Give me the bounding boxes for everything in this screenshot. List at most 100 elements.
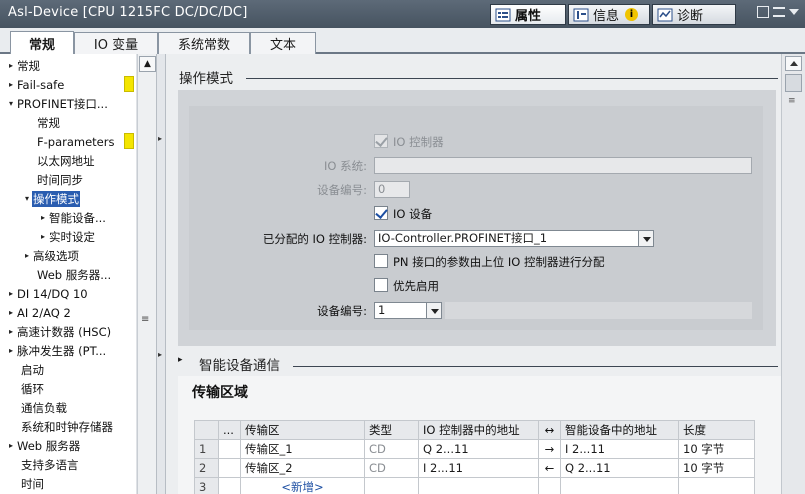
- expand-arrow-icon[interactable]: ▸: [38, 232, 48, 241]
- nav-label: 系统和时钟存储器: [21, 419, 113, 434]
- nav-item-comm-load[interactable]: 通信负载: [20, 398, 68, 417]
- nav-item-hsc[interactable]: ▸ 高速计数器 (HSC): [6, 322, 112, 341]
- menu-icon[interactable]: [773, 7, 785, 17]
- col-header-direction[interactable]: ↔: [538, 420, 561, 440]
- expand-arrow-icon[interactable]: ▸: [6, 80, 16, 89]
- expand-arrow-icon[interactable]: ▸: [6, 61, 16, 70]
- scroll-up-icon[interactable]: ▲: [139, 56, 156, 72]
- collapse-icon[interactable]: [789, 9, 799, 15]
- nav-item-web-server[interactable]: ▸ Web 服务器: [6, 436, 81, 455]
- cell-length[interactable]: [678, 477, 755, 494]
- direction-cell[interactable]: [538, 477, 561, 494]
- cell-device-address[interactable]: I 2...11: [560, 439, 679, 459]
- direction-arrow-icon[interactable]: →: [538, 439, 561, 459]
- nav-item-realtime[interactable]: ▸ 实时设定: [38, 227, 96, 246]
- expand-arrow-icon[interactable]: ▸: [22, 251, 32, 260]
- nav-scrollbar[interactable]: ▲ ≡: [137, 54, 156, 494]
- splitter-arrow-icon[interactable]: ▸: [158, 134, 162, 143]
- expand-arrow-icon[interactable]: ▸: [38, 213, 48, 222]
- col-header-device-address[interactable]: 智能设备中的地址: [560, 420, 679, 440]
- subtab-io-tags[interactable]: IO 变量: [74, 32, 158, 54]
- scroll-thumb[interactable]: [785, 74, 802, 92]
- cell-device-address[interactable]: [560, 477, 679, 494]
- nav-item-ethernet-address[interactable]: 以太网地址: [36, 151, 96, 170]
- tab-info[interactable]: 信息 i: [568, 4, 650, 25]
- col-header-type[interactable]: 类型: [364, 420, 419, 440]
- tab-diagnostics[interactable]: 诊断: [652, 4, 736, 25]
- row-handle[interactable]: [218, 458, 241, 478]
- nav-item-di-dq[interactable]: ▸ DI 14/DQ 10: [6, 284, 89, 303]
- expand-arrow-icon[interactable]: ▸: [6, 289, 16, 298]
- chevron-down-icon[interactable]: [426, 302, 442, 319]
- device-number-2-label: 设备编号:: [317, 304, 367, 318]
- chevron-down-icon[interactable]: [638, 230, 654, 247]
- cell-device-address[interactable]: Q 2...11: [560, 458, 679, 478]
- nav-item-time-sync[interactable]: 时间同步: [36, 170, 84, 189]
- nav-item-i-device[interactable]: ▸ 智能设备...: [38, 208, 107, 227]
- nav-label: 通信负载: [21, 400, 67, 415]
- nav-item-profinet[interactable]: ▾ PROFINET接口...: [6, 94, 109, 113]
- col-header-controller-address[interactable]: IO 控制器中的地址: [418, 420, 539, 440]
- scroll-grip-icon[interactable]: ≡: [141, 314, 149, 325]
- expand-arrow-icon[interactable]: ▸: [6, 346, 16, 355]
- subtab-general[interactable]: 常规: [10, 31, 74, 55]
- device-number-2-select[interactable]: 1: [374, 302, 442, 319]
- nav-item-web-server-pn[interactable]: Web 服务器...: [36, 265, 112, 284]
- scroll-grip-icon[interactable]: ≡: [788, 96, 796, 106]
- nav-item-ai-aq[interactable]: ▸ AI 2/AQ 2: [6, 303, 72, 322]
- nav-item-system-clock-memory[interactable]: 系统和时钟存储器: [20, 417, 114, 436]
- subtab-texts[interactable]: 文本: [250, 32, 316, 54]
- expand-arrow-icon[interactable]: ▸: [6, 327, 16, 336]
- nav-item-f-parameters[interactable]: F-parameters: [36, 132, 115, 151]
- nav-item-pulse-generator[interactable]: ▸ 脉冲发生器 (PT...: [6, 341, 107, 360]
- io-controller-checkbox[interactable]: [374, 134, 388, 148]
- cell-length[interactable]: 10 字节: [678, 439, 755, 459]
- table-row-new[interactable]: 3 <新增>: [194, 477, 755, 494]
- cell-transfer-area[interactable]: 传输区_2: [240, 458, 365, 478]
- expand-arrow-icon[interactable]: ▸: [6, 441, 16, 450]
- expand-arrow-icon[interactable]: ▸: [178, 355, 183, 365]
- table-row[interactable]: 1 传输区_1 CD Q 2...11 → I 2...11 10 字节: [194, 439, 755, 459]
- nav-item-pn-general[interactable]: 常规: [36, 113, 61, 132]
- restore-icon[interactable]: [757, 6, 769, 18]
- row-handle[interactable]: [218, 439, 241, 459]
- cell-controller-address[interactable]: [418, 477, 539, 494]
- nav-item-startup[interactable]: 启动: [20, 360, 45, 379]
- cell-type[interactable]: CD: [364, 458, 419, 478]
- main-scrollbar[interactable]: ≡: [781, 54, 805, 494]
- collapse-arrow-icon[interactable]: ▾: [6, 99, 16, 108]
- splitter-arrow-icon[interactable]: ▸: [158, 350, 162, 359]
- cell-type[interactable]: [364, 477, 419, 494]
- col-header-length[interactable]: 长度: [678, 420, 755, 440]
- properties-main: 操作模式 IO 控制器 IO 系统: 设备编号: 0 IO 设备 已分配的 IO…: [166, 54, 782, 494]
- priority-startup-checkbox[interactable]: [374, 278, 388, 292]
- expand-arrow-icon[interactable]: ▸: [6, 308, 16, 317]
- cell-controller-address[interactable]: I 2...11: [418, 458, 539, 478]
- nav-item-general[interactable]: ▸ 常规: [6, 56, 41, 75]
- direction-arrow-icon[interactable]: ←: [538, 458, 561, 478]
- splitter[interactable]: ▸ ▸: [156, 54, 166, 494]
- row-handle[interactable]: [218, 477, 241, 494]
- add-new-link[interactable]: <新增>: [240, 477, 365, 494]
- io-device-checkbox[interactable]: [374, 206, 388, 220]
- col-header-transfer-area[interactable]: 传输区: [240, 420, 365, 440]
- scroll-up-icon[interactable]: [785, 56, 802, 71]
- nav-item-fail-safe[interactable]: ▸ Fail-safe: [6, 75, 65, 94]
- nav-item-cycle[interactable]: 循环: [20, 379, 45, 398]
- nav-item-time[interactable]: 时间: [20, 474, 45, 493]
- nav-item-advanced-options[interactable]: ▸ 高级选项: [22, 246, 80, 265]
- subtab-io-tags-label: IO 变量: [93, 38, 139, 53]
- cell-transfer-area[interactable]: 传输区_1: [240, 439, 365, 459]
- nav-item-multilanguage[interactable]: 支持多语言: [20, 455, 80, 474]
- cell-type[interactable]: CD: [364, 439, 419, 459]
- cell-controller-address[interactable]: Q 2...11: [418, 439, 539, 459]
- table-row[interactable]: 2 传输区_2 CD I 2...11 ← Q 2...11 10 字节: [194, 458, 755, 478]
- nav-item-operating-mode[interactable]: ▾ 操作模式: [22, 189, 80, 208]
- tab-properties[interactable]: 属性: [490, 4, 566, 25]
- col-header-dots[interactable]: ...: [218, 420, 241, 440]
- subtab-system-constants[interactable]: 系统常数: [158, 32, 250, 54]
- assigned-controller-select[interactable]: IO-Controller.PROFINET接口_1: [374, 230, 654, 247]
- collapse-arrow-icon[interactable]: ▾: [22, 194, 32, 203]
- cell-length[interactable]: 10 字节: [678, 458, 755, 478]
- pn-params-checkbox[interactable]: [374, 254, 388, 268]
